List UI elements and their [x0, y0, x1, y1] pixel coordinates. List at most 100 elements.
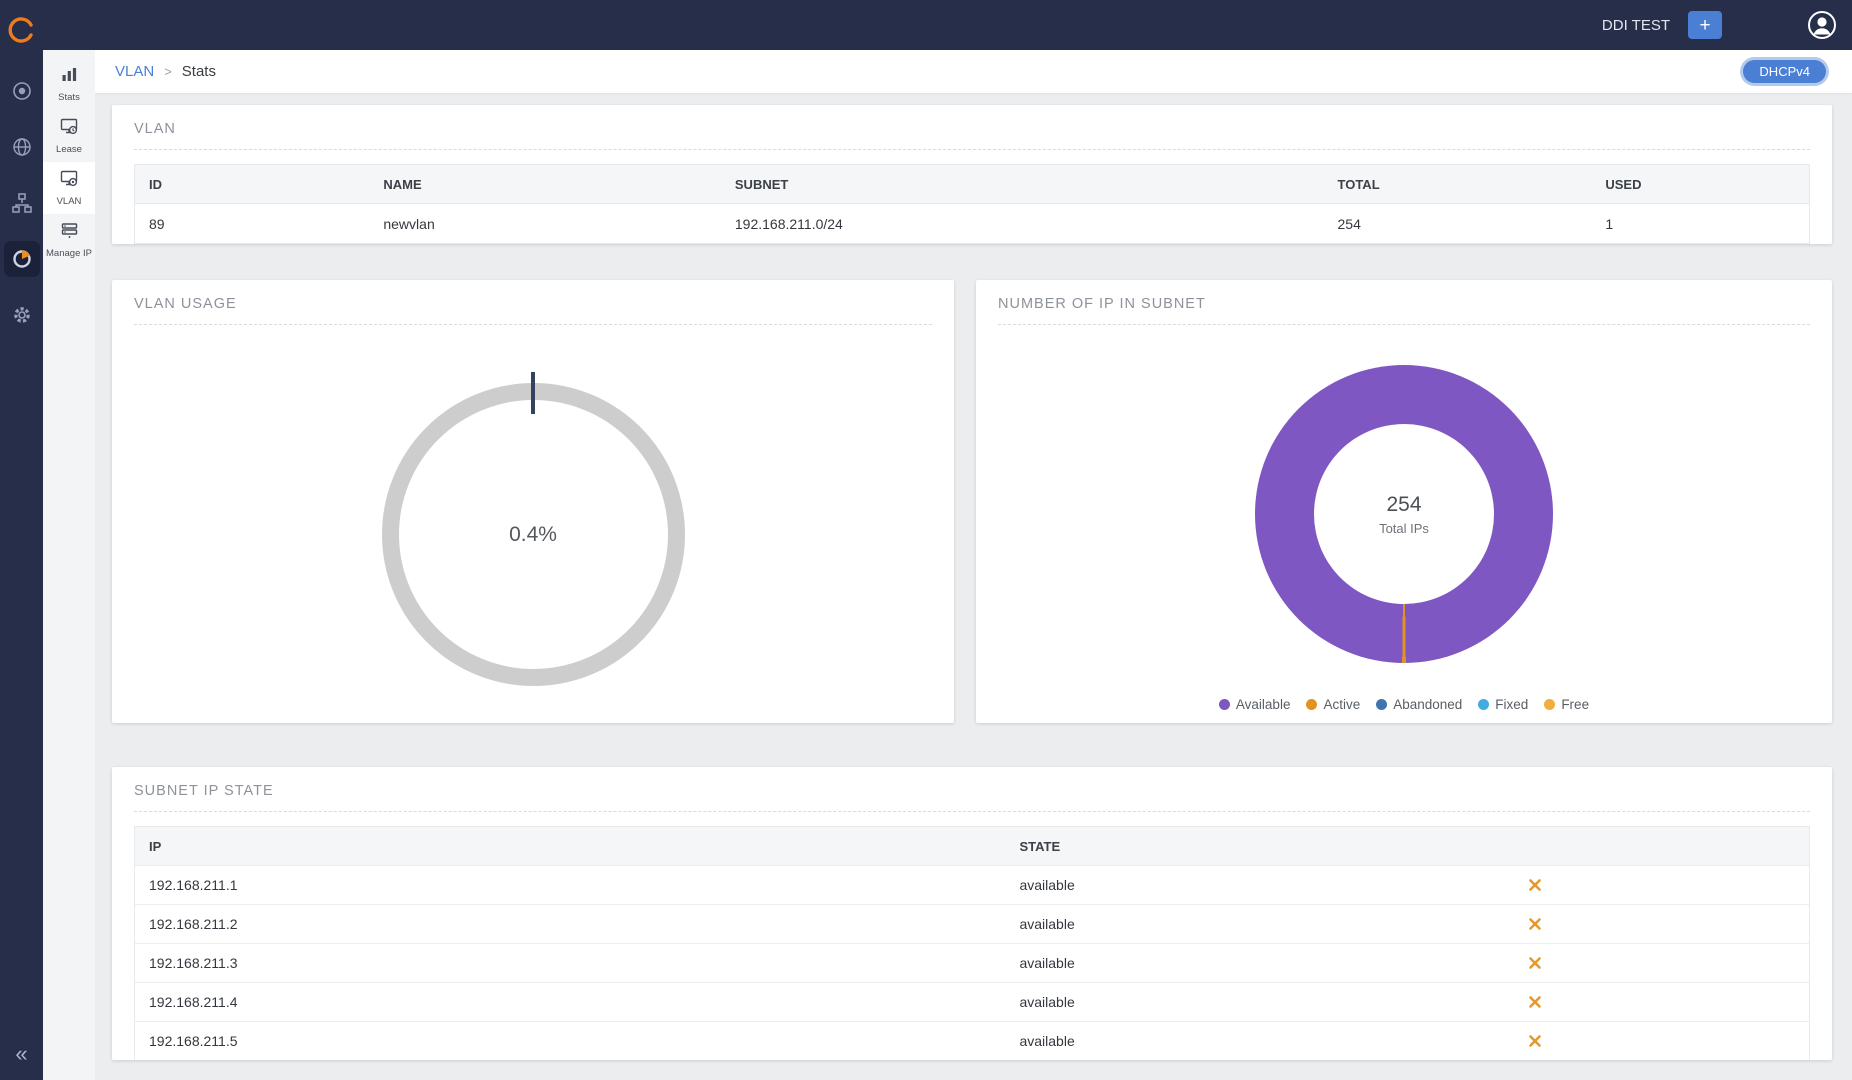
ip-subnet-card: NUMBER OF IP IN SUBNET 254 Total IPs Ava… [976, 280, 1832, 723]
sidebar-item-vlan[interactable]: VLAN [43, 162, 95, 214]
page: VLAN > Stats DHCPv4 VLAN ID NAME SUBNET … [95, 50, 1852, 1080]
column-header-name: NAME [369, 177, 721, 192]
legend-item-available[interactable]: Available [1219, 697, 1291, 712]
vlan-usage-card: VLAN USAGE 0.4% [112, 280, 954, 723]
breadcrumb-current: Stats [182, 63, 216, 80]
collapse-sidebar-button[interactable]: « [9, 1040, 33, 1068]
sidebar-item-lease[interactable]: Lease [43, 110, 95, 162]
cell-state: available [1005, 1033, 1809, 1049]
sidebar-item-stats[interactable]: Stats [43, 58, 95, 110]
column-header-used: USED [1591, 177, 1809, 192]
legend-label: Free [1561, 697, 1589, 712]
cell-ip: 192.168.211.2 [135, 916, 1005, 932]
chart-legend: Available Active Abandoned Fixed [976, 697, 1832, 712]
tools-icon[interactable] [1513, 1034, 1542, 1049]
sidebar-item-manage-ip[interactable]: Manage IP [43, 214, 95, 266]
workspace-name[interactable]: DDI TEST [1602, 17, 1670, 34]
card-title-subnet-ip-state: SUBNET IP STATE [112, 767, 1832, 811]
card-title-vlan-usage: VLAN USAGE [112, 280, 954, 324]
brand-logo-icon[interactable] [8, 16, 36, 46]
lease-icon [60, 117, 78, 140]
settings-gear-icon[interactable] [4, 297, 40, 333]
legend-dot [1376, 699, 1387, 710]
legend-dot [1306, 699, 1317, 710]
breadcrumb-parent-link[interactable]: VLAN [115, 63, 154, 80]
cell-total: 254 [1324, 216, 1592, 232]
cell-state: available [1005, 994, 1809, 1010]
donut-center: 254 Total IPs [1314, 424, 1494, 604]
vlan-table: ID NAME SUBNET TOTAL USED 89 newvlan 192… [134, 164, 1810, 244]
cell-state: available [1005, 916, 1809, 932]
topbar: DDI TEST + [0, 0, 1852, 50]
gauge-value: 0.4% [382, 383, 685, 686]
vlan-usage-gauge: 0.4% [382, 383, 685, 686]
cell-ip: 192.168.211.5 [135, 1033, 1005, 1049]
tools-icon[interactable] [1513, 878, 1542, 893]
tools-icon[interactable] [1513, 995, 1542, 1010]
charts-row: VLAN USAGE 0.4% NUMBER OF IP IN SUBNET 2… [112, 280, 1832, 723]
manage-ip-icon [61, 222, 78, 244]
tools-icon[interactable] [1513, 956, 1542, 971]
breadcrumb-separator: > [164, 64, 172, 79]
dhcp-icon[interactable] [4, 241, 40, 277]
tools-icon[interactable] [1513, 917, 1542, 932]
legend-item-active[interactable]: Active [1306, 697, 1360, 712]
user-avatar-icon[interactable] [1806, 9, 1838, 41]
table-row[interactable]: 192.168.211.4 available [135, 982, 1809, 1021]
table-row[interactable]: 192.168.211.5 available [135, 1021, 1809, 1060]
sidebar-item-label: Manage IP [46, 248, 92, 259]
card-title-vlan: VLAN [112, 105, 1832, 149]
legend-item-abandoned[interactable]: Abandoned [1376, 697, 1462, 712]
cell-state: available [1005, 877, 1809, 893]
legend-dot [1219, 699, 1230, 710]
column-header-total: TOTAL [1324, 177, 1592, 192]
cell-ip: 192.168.211.4 [135, 994, 1005, 1010]
dashboard-icon[interactable] [4, 73, 40, 109]
ip-table-header: IP STATE [135, 827, 1809, 865]
app-rail: « [0, 0, 43, 1080]
table-row[interactable]: 192.168.211.2 available [135, 904, 1809, 943]
protocol-badge[interactable]: DHCPv4 [1743, 60, 1826, 83]
module-sidebar: Stats Lease VLAN Manage IP [43, 50, 95, 1080]
cell-ip: 192.168.211.1 [135, 877, 1005, 893]
legend-item-free[interactable]: Free [1544, 697, 1589, 712]
cell-ip: 192.168.211.3 [135, 955, 1005, 971]
legend-label: Abandoned [1393, 697, 1462, 712]
cell-used: 1 [1591, 216, 1809, 232]
card-title-ip-subnet: NUMBER OF IP IN SUBNET [976, 280, 1832, 324]
vlan-card: VLAN ID NAME SUBNET TOTAL USED 89 newvla… [112, 105, 1832, 244]
column-header-id: ID [135, 177, 369, 192]
stats-icon [61, 66, 78, 88]
ip-state-table: IP STATE 192.168.211.1 available 192.168… [134, 826, 1810, 1060]
breadcrumb: VLAN > Stats DHCPv4 [95, 50, 1852, 93]
add-button[interactable]: + [1688, 11, 1722, 39]
content-area: VLAN ID NAME SUBNET TOTAL USED 89 newvla… [95, 93, 1852, 1080]
sidebar-item-label: VLAN [57, 196, 82, 207]
sidebar-item-label: Stats [58, 92, 80, 103]
legend-item-fixed[interactable]: Fixed [1478, 697, 1528, 712]
ipam-icon[interactable] [4, 185, 40, 221]
legend-dot [1544, 699, 1555, 710]
table-row[interactable]: 192.168.211.3 available [135, 943, 1809, 982]
vlan-icon [60, 169, 78, 192]
legend-label: Active [1323, 697, 1360, 712]
donut-total-label: Total IPs [1379, 521, 1429, 536]
legend-label: Fixed [1495, 697, 1528, 712]
cell-id: 89 [135, 216, 369, 232]
sidebar-item-label: Lease [56, 144, 82, 155]
column-header-state: STATE [1005, 839, 1809, 854]
dns-icon[interactable] [4, 129, 40, 165]
table-row[interactable]: 89 newvlan 192.168.211.0/24 254 1 [135, 203, 1809, 243]
donut-total-value: 254 [1386, 493, 1421, 517]
legend-label: Available [1236, 697, 1291, 712]
column-header-ip: IP [135, 839, 1005, 854]
column-header-subnet: SUBNET [721, 177, 1324, 192]
cell-name: newvlan [369, 216, 721, 232]
subnet-ip-state-card: SUBNET IP STATE IP STATE 192.168.211.1 a… [112, 767, 1832, 1060]
cell-state: available [1005, 955, 1809, 971]
table-row[interactable]: 192.168.211.1 available [135, 865, 1809, 904]
vlan-table-header: ID NAME SUBNET TOTAL USED [135, 165, 1809, 203]
ip-donut-chart: 254 Total IPs [1255, 365, 1553, 663]
cell-subnet: 192.168.211.0/24 [721, 216, 1324, 232]
legend-dot [1478, 699, 1489, 710]
